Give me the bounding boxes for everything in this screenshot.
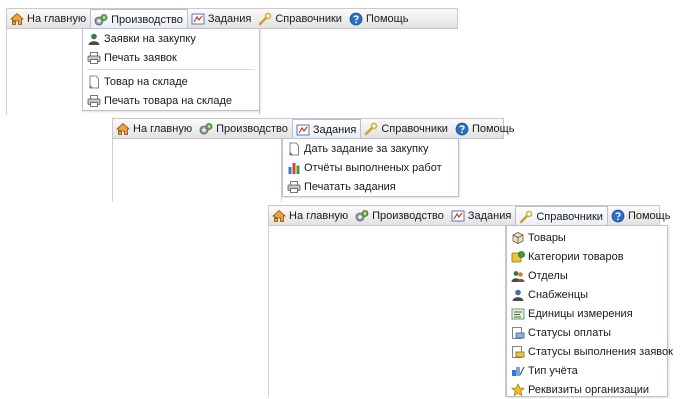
menu-item-company-details[interactable]: Реквизиты организации xyxy=(507,380,667,399)
menu-home-label: На главную xyxy=(289,209,349,222)
menu-item-payment-statuses[interactable]: Статусы оплаты xyxy=(507,323,667,342)
menu-item-units[interactable]: Единицы измерения xyxy=(507,304,667,323)
menu-item-product-categories[interactable]: Категории товаров xyxy=(507,247,667,266)
menu-help[interactable]: Помощь xyxy=(608,206,675,225)
request-status-icon xyxy=(511,345,525,359)
menu-item-label: Товары xyxy=(528,231,566,244)
menu-item-label: Тип учёта xyxy=(528,364,578,377)
menu-item-label: Статусы выполнения заявок xyxy=(528,345,673,358)
departments-icon xyxy=(511,269,525,283)
menu-item-accounting-type[interactable]: Тип учёта xyxy=(507,361,667,380)
categories-icon xyxy=(511,250,525,264)
accounting-type-icon xyxy=(511,364,525,378)
tasks-icon xyxy=(451,209,465,223)
content-area xyxy=(268,225,506,397)
menu-item-products[interactable]: Товары xyxy=(507,228,667,247)
menu-directories[interactable]: Справочники xyxy=(515,206,608,226)
menu-home[interactable]: На главную xyxy=(269,206,352,225)
menu-tasks[interactable]: Задания xyxy=(448,206,515,225)
panel-directories: На главную Производство Задания Справочн… xyxy=(0,0,693,397)
menu-item-label: Снабженцы xyxy=(528,288,589,301)
gears-icon xyxy=(355,209,369,223)
menu-item-label: Статусы оплаты xyxy=(528,326,612,339)
help-icon xyxy=(611,209,625,223)
menu-item-label: Единицы измерения xyxy=(528,307,633,320)
menu-production[interactable]: Производство xyxy=(352,206,448,225)
main-menubar: На главную Производство Задания Справочн… xyxy=(268,205,670,226)
menu-directories-label: Справочники xyxy=(536,210,603,223)
payment-status-icon xyxy=(511,326,525,340)
menu-item-label: Отделы xyxy=(528,269,568,282)
products-icon xyxy=(511,231,525,245)
menu-tasks-label: Задания xyxy=(467,209,512,222)
home-icon xyxy=(272,209,286,223)
menu-item-request-statuses[interactable]: Статусы выполнения заявок xyxy=(507,342,673,361)
wrench-icon xyxy=(519,210,533,224)
star-icon xyxy=(511,382,525,397)
directories-dropdown: Товары Категории товаров Отделы Снабженц… xyxy=(506,225,673,399)
menu-help-label: Помощь xyxy=(627,209,671,222)
menu-item-label: Категории товаров xyxy=(528,250,624,263)
user-icon xyxy=(511,288,525,302)
menu-item-departments[interactable]: Отделы xyxy=(507,266,667,285)
menu-production-label: Производство xyxy=(372,209,444,222)
menu-item-label: Реквизиты организации xyxy=(528,383,650,396)
units-icon xyxy=(511,307,525,321)
menu-item-suppliers[interactable]: Снабженцы xyxy=(507,285,667,304)
